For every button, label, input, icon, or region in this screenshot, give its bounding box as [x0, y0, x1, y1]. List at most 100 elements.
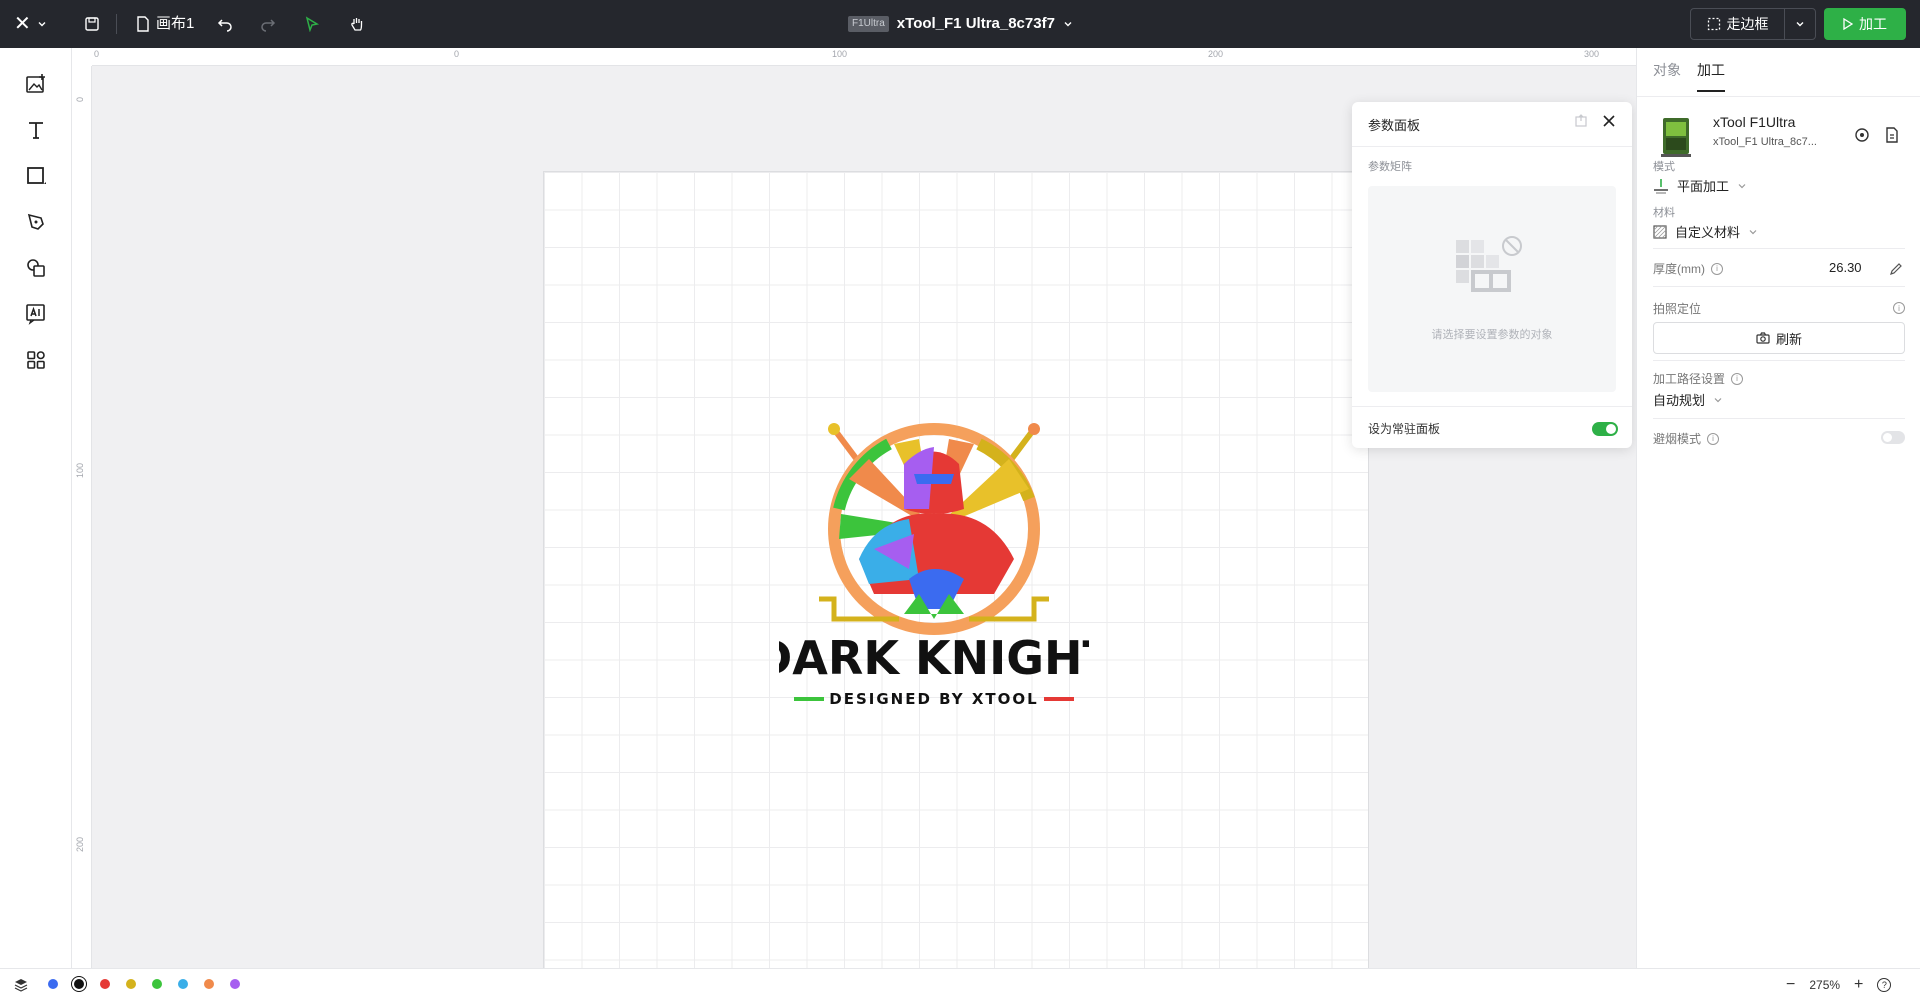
device-title: xTool_F1 Ultra_8c73f7 [896, 15, 1055, 32]
right-panel-tabs: 对象 加工 [1653, 60, 1725, 92]
export-icon[interactable] [1574, 114, 1588, 128]
flat-process-icon [1654, 178, 1668, 194]
parameter-panel: 参数面板 参数矩阵 请选择要设置参数的对象 设为常驻面板 [1352, 102, 1632, 448]
play-icon [1843, 18, 1853, 30]
empty-state-text: 请选择要设置参数的对象 [1431, 329, 1553, 341]
device-id: xTool_F1 Ultra_8c7... [1713, 136, 1817, 148]
path-label: 加工路径设置 [1653, 372, 1726, 386]
color-swatch[interactable] [74, 979, 84, 989]
ai-tool-button[interactable] [22, 300, 50, 328]
device-selector[interactable]: F1Ultra xTool_F1 Ultra_8c73f7 [848, 12, 1073, 36]
ruler-label: 0 [75, 96, 85, 102]
info-icon[interactable]: i [1731, 372, 1744, 385]
frame-options-dropdown[interactable] [1785, 9, 1815, 39]
ruler-label: 0 [94, 49, 100, 59]
hand-icon [351, 18, 363, 31]
redo-icon [261, 19, 276, 32]
pan-tool-button[interactable] [345, 12, 369, 36]
smoke-label-row: 避烟模式 i [1653, 430, 1720, 447]
ruler-label: 100 [75, 462, 85, 478]
thickness-label-row: 厚度(mm) i [1653, 260, 1723, 277]
tab-process[interactable]: 加工 [1697, 60, 1725, 92]
parameter-matrix-label: 参数矩阵 [1368, 161, 1412, 173]
pen-tool-button[interactable] [22, 208, 50, 236]
zoom-level: 275% [1809, 978, 1841, 992]
document-icon[interactable] [1883, 126, 1901, 144]
file-icon [137, 16, 149, 32]
info-icon[interactable]: i [1711, 262, 1723, 275]
redo-button[interactable] [256, 12, 280, 36]
canvas-name: 画布1 [156, 15, 195, 32]
material-icon [1653, 224, 1667, 239]
mode-select[interactable]: 平面加工 [1653, 176, 1747, 195]
process-button[interactable]: 加工 [1824, 8, 1906, 40]
text-tool-button[interactable] [22, 116, 50, 144]
refresh-button[interactable]: 刷新 [1653, 322, 1905, 354]
app-menu[interactable]: ✕ [14, 12, 47, 36]
frame-button-group: 走边框 [1690, 8, 1816, 40]
bottom-bar: − 275% + ? [0, 968, 1920, 1000]
color-swatch[interactable] [126, 979, 136, 989]
ai-icon [26, 304, 45, 325]
parameter-panel-title: 参数面板 [1368, 117, 1421, 133]
color-swatch[interactable] [178, 979, 188, 989]
color-swatch[interactable] [100, 979, 110, 989]
frame-button[interactable]: 走边框 [1691, 9, 1785, 39]
frame-button-label: 走边框 [1726, 16, 1769, 32]
color-swatch[interactable] [48, 979, 58, 989]
undo-icon [217, 19, 232, 32]
shape-tool-button[interactable] [22, 162, 50, 190]
vertical-ruler: 0 100 200 [72, 66, 92, 968]
material-select[interactable]: 自定义材料 [1653, 222, 1758, 241]
chevron-down-icon [38, 22, 46, 27]
ruler-label: 300 [1584, 49, 1600, 59]
add-image-button[interactable] [22, 70, 50, 98]
pin-panel-toggle[interactable] [1592, 422, 1618, 436]
info-icon[interactable]: i [1707, 432, 1720, 445]
path-label-row: 加工路径设置 i [1653, 370, 1744, 387]
color-swatch[interactable] [230, 979, 240, 989]
chevron-down-icon [1064, 22, 1072, 27]
cursor-arrow-icon [305, 16, 320, 32]
material-value: 自定义材料 [1675, 225, 1741, 240]
color-swatch[interactable] [204, 979, 214, 989]
thickness-label: 厚度(mm) [1653, 262, 1705, 276]
right-panel: 对象 加工 xTool F1Ultra xTool_F1 Ultra_8c7..… [1636, 48, 1920, 968]
target-icon[interactable] [1853, 126, 1871, 144]
path-value: 自动规划 [1653, 393, 1706, 408]
save-button[interactable] [80, 12, 104, 36]
top-bar: ✕ 画布1 F1Ultra xTool_F1 Ultra_8c73f7 走边框 [0, 0, 1920, 48]
edit-icon[interactable] [1889, 262, 1903, 276]
undo-button[interactable] [213, 12, 237, 36]
image-add-icon [26, 74, 45, 93]
layers-icon[interactable] [14, 978, 28, 992]
artwork-title: DARK KNIGHT [779, 631, 1089, 685]
smoke-mode-toggle[interactable] [1881, 431, 1905, 444]
thickness-value[interactable]: 26.30 [1829, 260, 1862, 275]
zoom-in-button[interactable]: + [1854, 977, 1863, 993]
horizontal-ruler: 0 0 100 200 300 [92, 48, 1636, 66]
elements-tool-button[interactable] [22, 254, 50, 282]
zoom-control: − 275% + ? [1786, 977, 1892, 993]
pin-panel-label: 设为常驻面板 [1368, 422, 1441, 436]
left-toolbar [0, 48, 72, 968]
parameter-panel-header: 参数面板 [1368, 114, 1616, 134]
select-tool-button[interactable] [300, 12, 324, 36]
help-icon[interactable]: ? [1877, 978, 1892, 992]
refresh-button-label: 刷新 [1775, 331, 1802, 347]
apps-button[interactable] [22, 346, 50, 374]
shapes-icon [27, 259, 45, 277]
canvas-selector[interactable]: 画布1 [136, 12, 194, 36]
path-select[interactable]: 自动规划 [1653, 390, 1723, 409]
dark-knight-artwork[interactable]: DARK KNIGHT DESIGNED BY XTOOL [779, 419, 1089, 719]
empty-grid-icon [1456, 236, 1522, 292]
tab-object[interactable]: 对象 [1653, 60, 1681, 92]
color-swatch[interactable] [152, 979, 162, 989]
zoom-out-button[interactable]: − [1786, 977, 1795, 993]
info-icon[interactable]: i [1893, 302, 1905, 314]
xtool-logo-icon: ✕ [14, 13, 31, 35]
divider [1637, 96, 1920, 97]
close-icon[interactable] [1602, 114, 1616, 128]
divider [1653, 418, 1905, 419]
chevron-down-icon [1714, 397, 1722, 402]
